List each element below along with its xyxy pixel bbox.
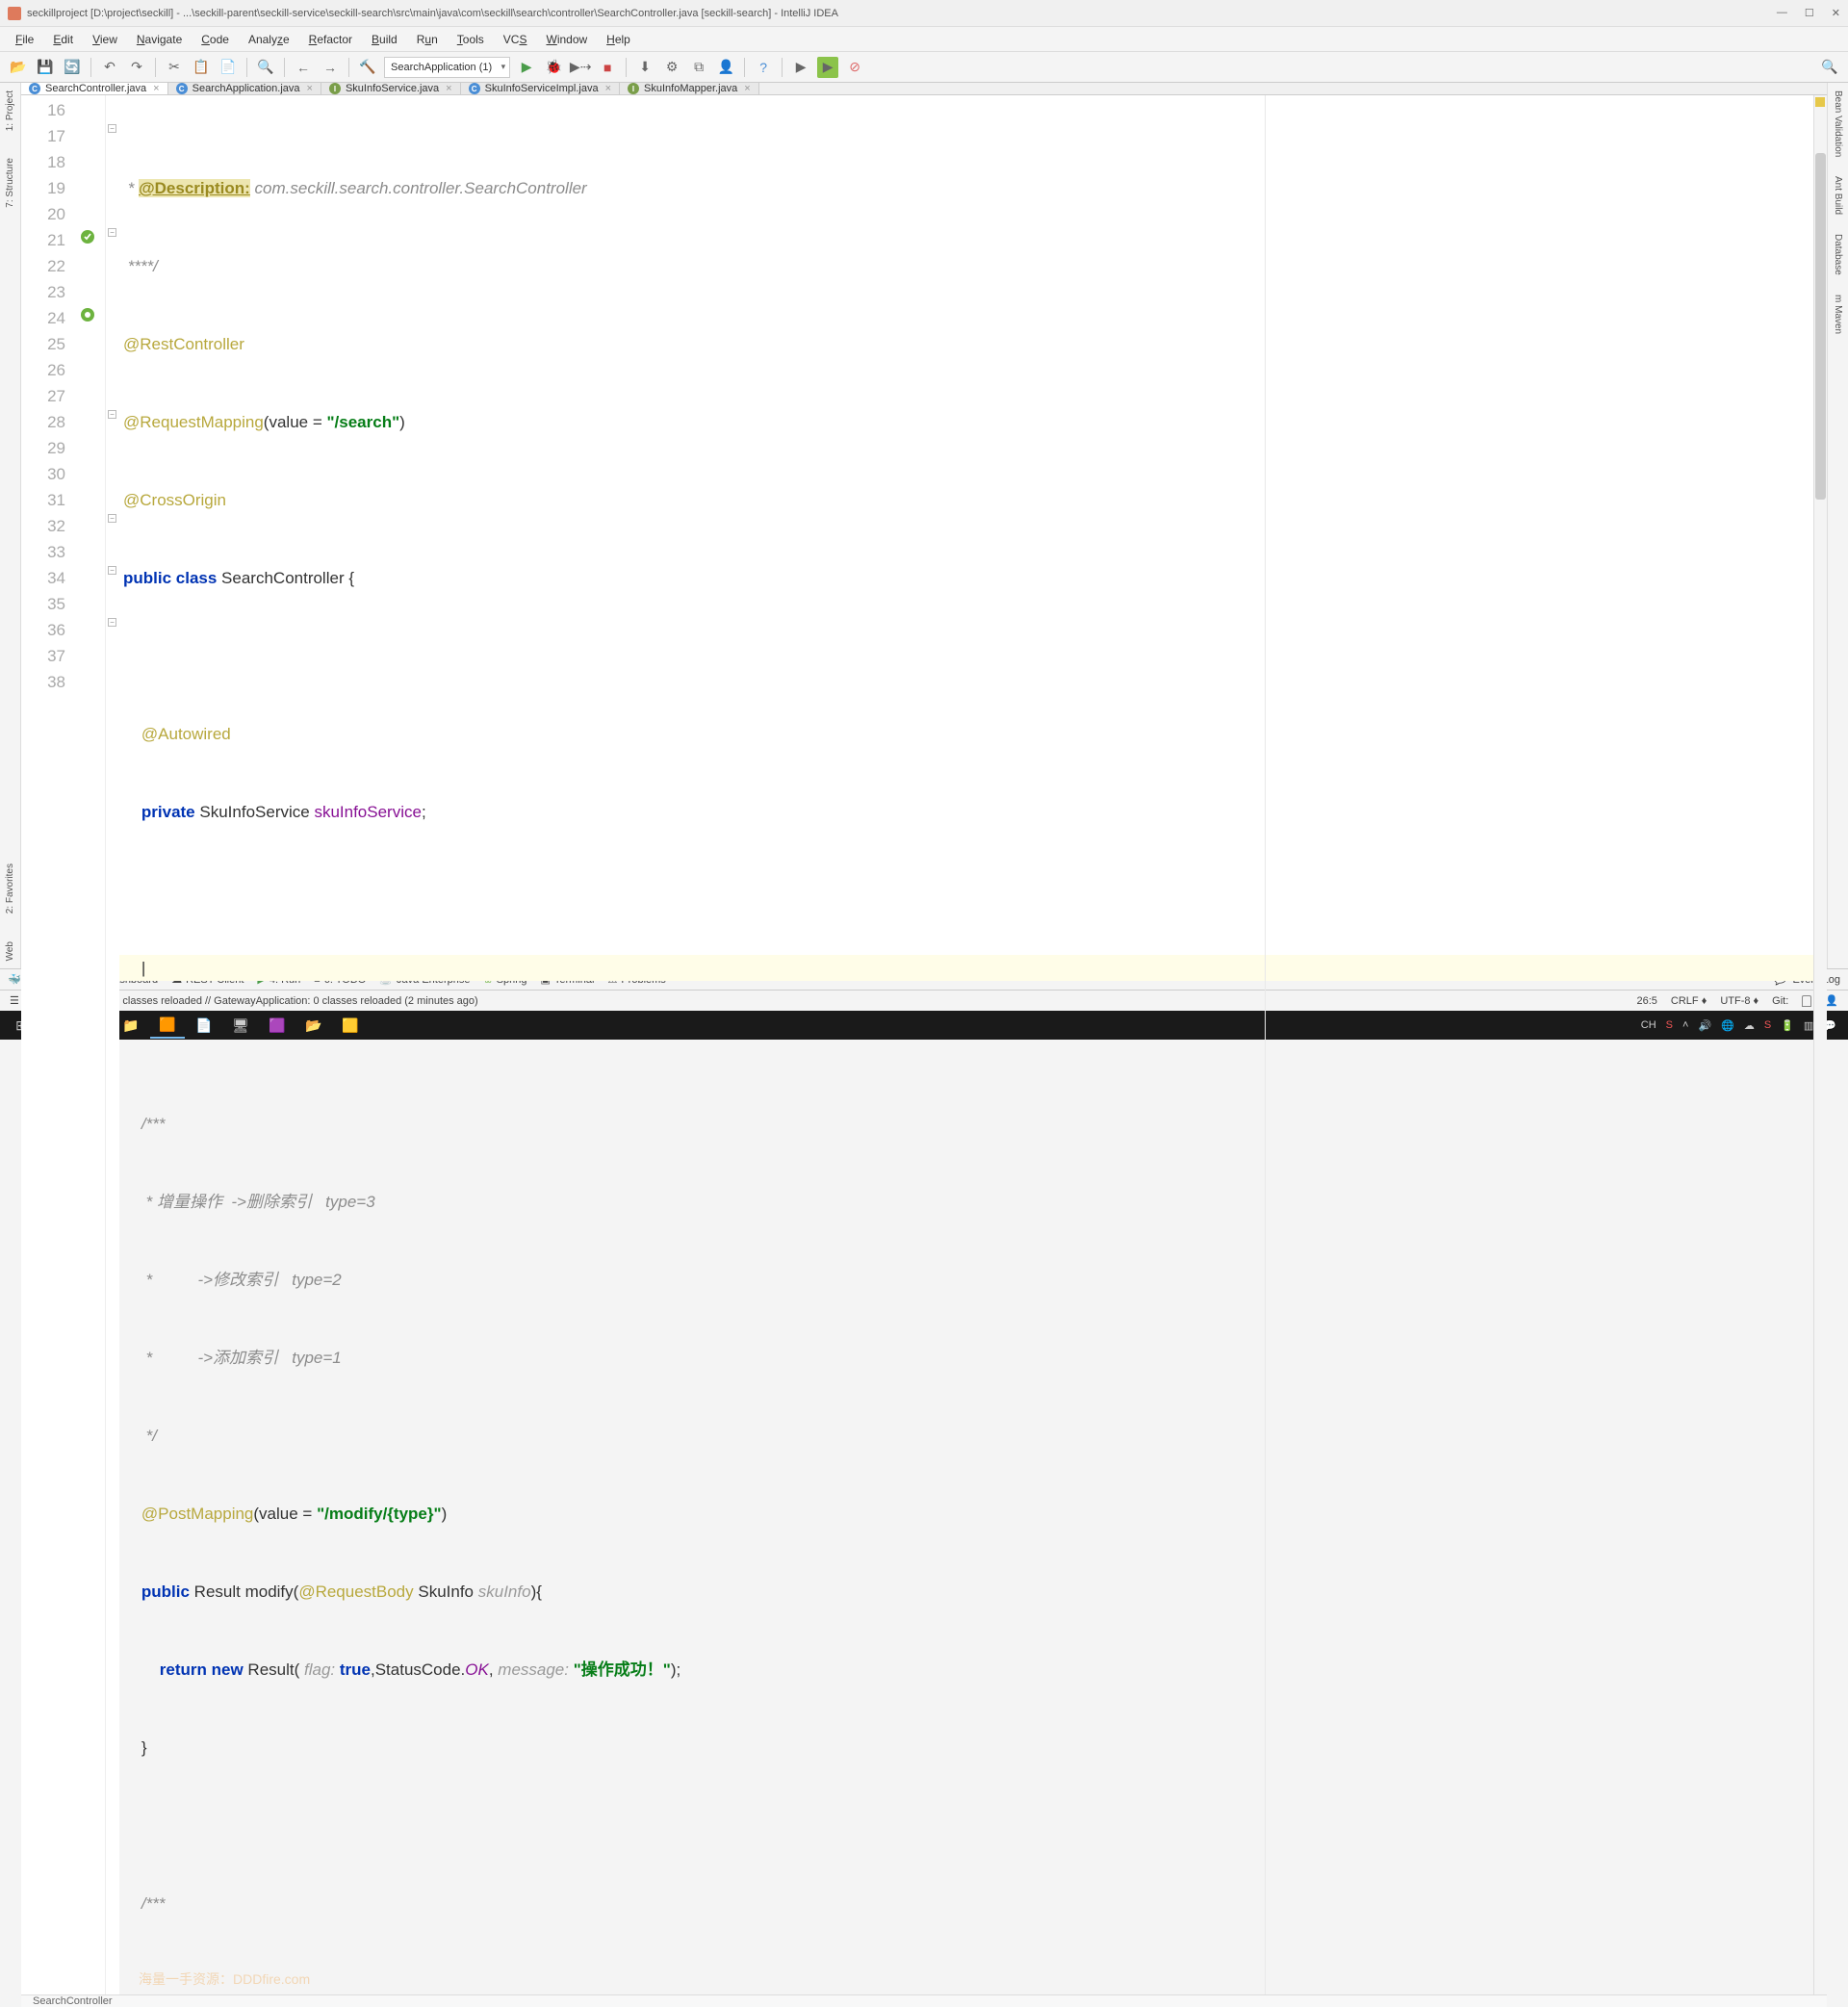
tool-maven[interactable]: m Maven — [1831, 291, 1845, 338]
back-icon[interactable]: ← — [293, 57, 314, 78]
help-icon[interactable]: ? — [753, 57, 774, 78]
debug-icon[interactable]: 🐞 — [543, 57, 564, 78]
tool-favorites[interactable]: 2: Favorites — [3, 860, 17, 917]
docker-icon: 🐳 — [8, 973, 21, 986]
close-icon[interactable]: × — [744, 83, 750, 94]
menu-build[interactable]: Build — [364, 31, 405, 48]
menu-help[interactable]: Help — [599, 31, 638, 48]
icon-gutter — [73, 95, 106, 1994]
lock-icon[interactable] — [1802, 995, 1811, 1007]
tab-searchapplication[interactable]: CSearchApplication.java× — [168, 83, 321, 94]
menu-refactor[interactable]: Refactor — [301, 31, 360, 48]
menu-bar[interactable]: File Edit View Navigate Code Analyze Ref… — [0, 27, 1848, 52]
jrebel-debug-icon[interactable]: ▶ — [817, 57, 838, 78]
editor-tabs: CSearchController.java× CSearchApplicati… — [21, 83, 1827, 95]
hector-icon[interactable]: 👤 — [1825, 994, 1838, 1007]
app-logo — [8, 7, 21, 20]
window-title: seckillproject [D:\project\seckill] - ..… — [27, 8, 838, 19]
tab-searchcontroller[interactable]: CSearchController.java× — [21, 83, 168, 94]
maximize-icon[interactable]: ☐ — [1805, 7, 1814, 19]
close-icon[interactable]: × — [153, 83, 159, 94]
menu-edit[interactable]: Edit — [45, 31, 81, 48]
line-numbers: 1617181920212223242526272829303132333435… — [21, 95, 73, 1994]
fold-gutter: − − − − − − — [106, 95, 119, 1994]
menu-vcs[interactable]: VCS — [496, 31, 535, 48]
stop-2-icon[interactable]: ⊘ — [844, 57, 865, 78]
title-bar: seckillproject [D:\project\seckill] - ..… — [0, 0, 1848, 27]
tool-structure[interactable]: 7: Structure — [3, 154, 17, 212]
menu-analyze[interactable]: Analyze — [241, 31, 297, 48]
profiler-icon[interactable]: 👤 — [715, 57, 736, 78]
fold-toggle[interactable]: − — [108, 410, 116, 419]
sdk-icon[interactable]: ⧉ — [688, 57, 709, 78]
fold-toggle[interactable]: − — [108, 124, 116, 133]
right-margin-line — [1265, 95, 1266, 1994]
tool-project[interactable]: 1: Project — [3, 87, 17, 135]
build-icon[interactable]: 🔨 — [357, 57, 378, 78]
settings-icon[interactable]: ⚙ — [661, 57, 682, 78]
copy-icon[interactable]: 📋 — [191, 57, 212, 78]
inspection-indicator[interactable] — [1815, 97, 1825, 107]
fold-toggle[interactable]: − — [108, 514, 116, 523]
coverage-icon[interactable]: ▶⇢ — [570, 57, 591, 78]
undo-icon[interactable]: ↶ — [99, 57, 120, 78]
redo-icon[interactable]: ↷ — [126, 57, 147, 78]
cut-icon[interactable]: ✂ — [164, 57, 185, 78]
menu-tools[interactable]: Tools — [449, 31, 492, 48]
menu-run[interactable]: Run — [409, 31, 446, 48]
menu-view[interactable]: View — [85, 31, 125, 48]
editor-scrollbar[interactable] — [1813, 95, 1827, 1994]
fold-toggle[interactable]: − — [108, 566, 116, 575]
autowired-bean-icon[interactable] — [79, 305, 96, 322]
jrebel-icon[interactable]: ▶ — [790, 57, 811, 78]
close-icon[interactable]: ✕ — [1832, 7, 1840, 19]
fold-toggle[interactable]: − — [108, 228, 116, 237]
current-line: | — [119, 955, 1813, 981]
menu-window[interactable]: Window — [538, 31, 595, 48]
tool-ant[interactable]: Ant Build — [1831, 172, 1845, 219]
menu-code[interactable]: Code — [193, 31, 237, 48]
right-tool-gutter: Bean Validation Ant Build Database m Mav… — [1827, 83, 1848, 968]
paste-icon[interactable]: 📄 — [218, 57, 239, 78]
run-config-combo[interactable]: SearchApplication (1) — [384, 57, 510, 78]
vcs-update-icon[interactable]: ⬇ — [634, 57, 655, 78]
search-everywhere-icon[interactable]: 🔍 — [1819, 57, 1840, 78]
quick-list-icon[interactable]: ☰ — [10, 994, 19, 1007]
tool-web[interactable]: Web — [3, 938, 17, 965]
sync-icon[interactable]: 🔄 — [62, 57, 83, 78]
find-icon[interactable]: 🔍 — [255, 57, 276, 78]
tool-database[interactable]: Database — [1831, 230, 1845, 279]
toolbar: 📂 💾 🔄 ↶ ↷ ✂ 📋 📄 🔍 ← → 🔨 SearchApplicatio… — [0, 52, 1848, 83]
save-all-icon[interactable]: 💾 — [35, 57, 56, 78]
run-icon[interactable]: ▶ — [516, 57, 537, 78]
menu-navigate[interactable]: Navigate — [129, 31, 190, 48]
tab-skuinfoservice[interactable]: ISkuInfoService.java× — [321, 83, 461, 94]
tool-bean-validation[interactable]: Bean Validation — [1831, 87, 1845, 161]
left-tool-gutter: 1: Project 7: Structure 2: Favorites Web — [0, 83, 21, 968]
tab-skuinfomapper[interactable]: ISkuInfoMapper.java× — [620, 83, 759, 94]
spring-bean-icon[interactable] — [79, 227, 96, 244]
close-icon[interactable]: × — [605, 83, 611, 94]
scrollbar-thumb[interactable] — [1815, 153, 1826, 500]
forward-icon[interactable]: → — [320, 57, 341, 78]
code-editor[interactable]: 1617181920212223242526272829303132333435… — [21, 95, 1827, 1994]
watermark: 海量一手资源：DDDfire.com — [139, 1967, 310, 1993]
fold-toggle[interactable]: − — [108, 618, 116, 627]
tab-skuinfoserviceimpl[interactable]: CSkuInfoServiceImpl.java× — [461, 83, 620, 94]
breadcrumb[interactable]: SearchController — [21, 1994, 1827, 2007]
stop-icon[interactable]: ■ — [597, 57, 618, 78]
code-area[interactable]: * @Description: com.seckill.search.contr… — [119, 95, 1813, 1994]
menu-file[interactable]: File — [8, 31, 41, 48]
minimize-icon[interactable]: — — [1777, 7, 1787, 19]
open-icon[interactable]: 📂 — [8, 57, 29, 78]
close-icon[interactable]: × — [446, 83, 451, 94]
close-icon[interactable]: × — [307, 83, 313, 94]
